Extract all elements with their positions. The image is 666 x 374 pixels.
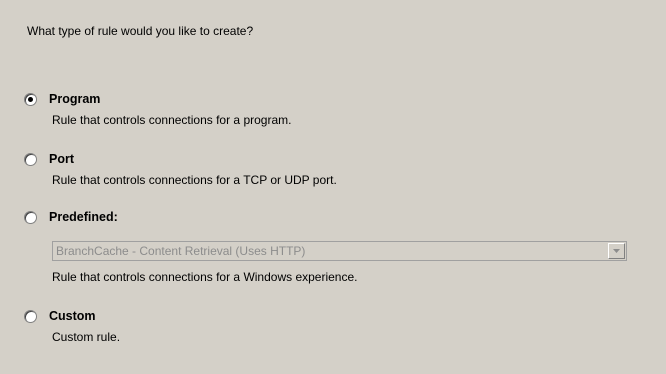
option-custom-description: Custom rule. bbox=[52, 330, 121, 344]
option-predefined-row[interactable]: Predefined: bbox=[24, 209, 118, 225]
option-predefined[interactable]: Predefined: bbox=[24, 209, 118, 225]
predefined-dropdown-button[interactable] bbox=[608, 243, 625, 259]
option-port-label[interactable]: Port bbox=[49, 152, 74, 166]
chevron-down-icon bbox=[613, 249, 620, 253]
predefined-radio[interactable] bbox=[24, 210, 37, 224]
rule-type-panel: What type of rule would you like to crea… bbox=[0, 0, 666, 374]
program-radio[interactable] bbox=[24, 92, 37, 106]
option-custom-label[interactable]: Custom bbox=[49, 309, 96, 323]
option-port[interactable]: Port Rule that controls connections for … bbox=[24, 151, 337, 187]
option-program-row[interactable]: Program bbox=[24, 91, 291, 107]
option-port-description: Rule that controls connections for a TCP… bbox=[52, 173, 337, 187]
option-program-label[interactable]: Program bbox=[49, 92, 100, 106]
option-program[interactable]: Program Rule that controls connections f… bbox=[24, 91, 291, 127]
predefined-rules-dropdown[interactable]: BranchCache - Content Retrieval (Uses HT… bbox=[52, 241, 627, 261]
option-program-description: Rule that controls connections for a pro… bbox=[52, 113, 292, 127]
option-port-row[interactable]: Port bbox=[24, 151, 337, 167]
port-radio[interactable] bbox=[24, 152, 37, 166]
option-custom-row[interactable]: Custom bbox=[24, 308, 120, 324]
custom-radio[interactable] bbox=[24, 309, 37, 323]
predefined-dropdown-value: BranchCache - Content Retrieval (Uses HT… bbox=[56, 244, 306, 258]
option-predefined-description: Rule that controls connections for a Win… bbox=[52, 270, 358, 284]
rule-type-question: What type of rule would you like to crea… bbox=[27, 24, 254, 38]
option-predefined-label[interactable]: Predefined: bbox=[49, 210, 118, 224]
option-custom[interactable]: Custom Custom rule. bbox=[24, 308, 120, 344]
